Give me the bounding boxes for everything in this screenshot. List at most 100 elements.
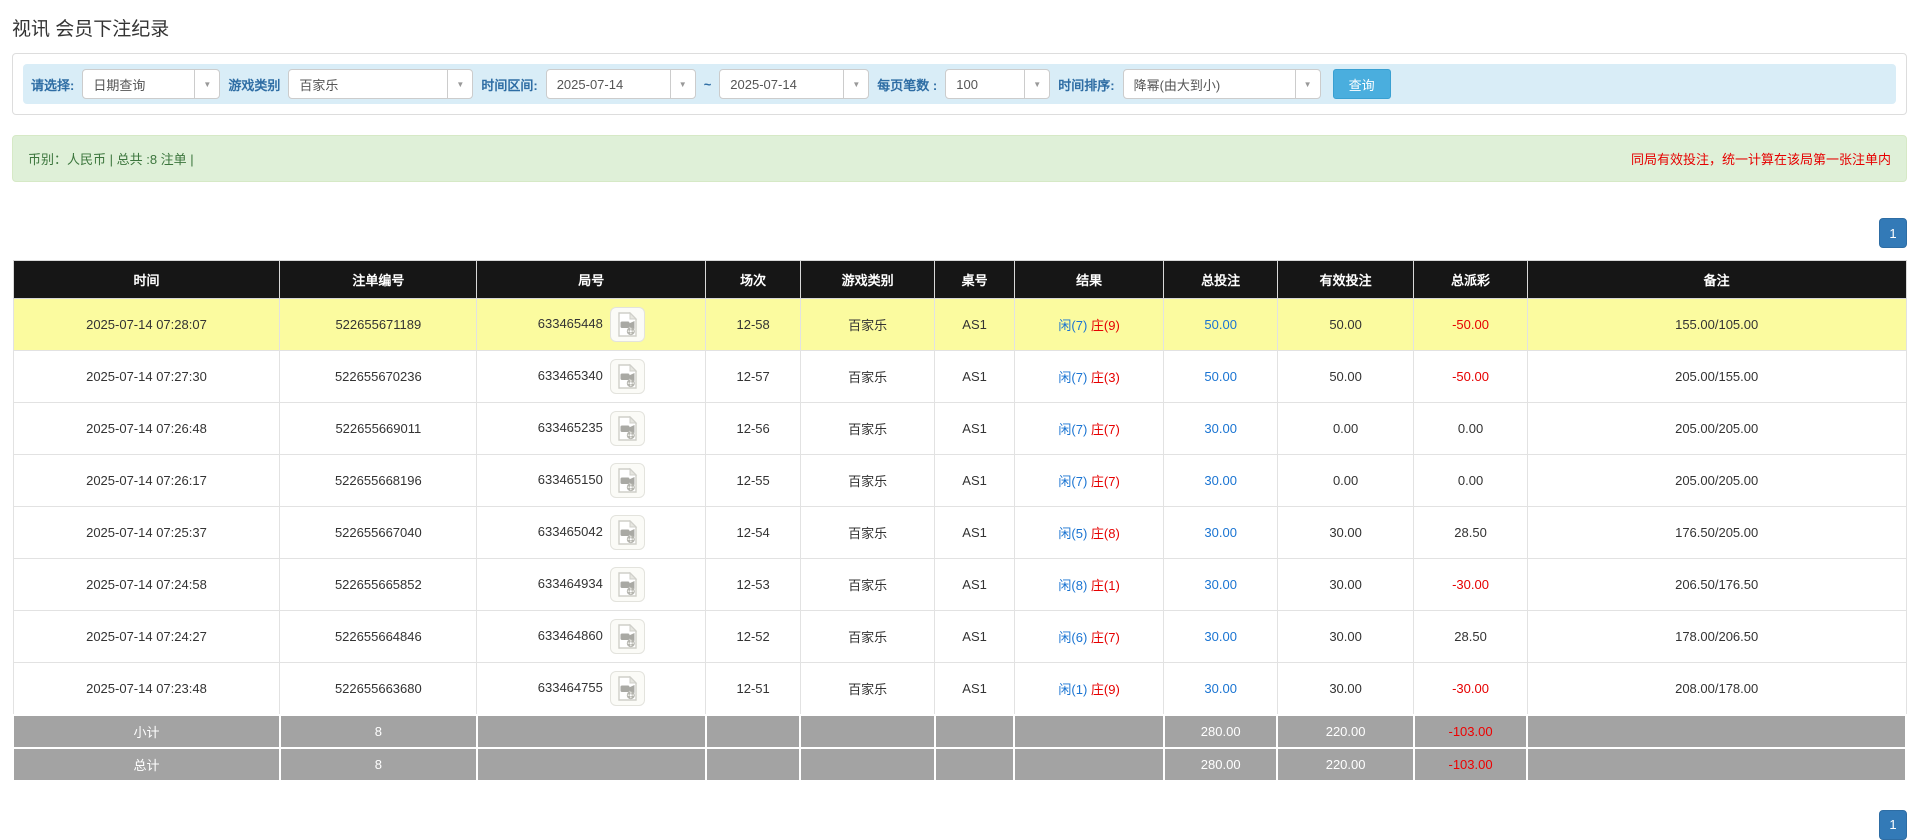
round-cell: 633465235: [477, 403, 706, 455]
video-replay-button[interactable]: [610, 463, 645, 498]
result-player: 闲(7): [1058, 474, 1087, 489]
result-player: 闲(6): [1058, 630, 1087, 645]
game-type-select[interactable]: 百家乐 ▼: [288, 69, 473, 99]
file-video-icon: [617, 624, 638, 649]
table-no-cell: AS1: [935, 559, 1015, 611]
payout-cell: -30.00: [1414, 559, 1528, 611]
total-bet-link[interactable]: 30.00: [1204, 473, 1237, 488]
table-header-row: 时间注单编号局号场次游戏类别桌号结果总投注有效投注总派彩备注: [13, 261, 1906, 299]
page-1-button[interactable]: 1: [1879, 218, 1907, 248]
summary-row: 总计8280.00220.00-103.00: [13, 748, 1906, 781]
valid-bet-cell: 30.00: [1277, 611, 1413, 663]
round-cell: 633465448: [477, 299, 706, 351]
session-cell: 12-56: [706, 403, 801, 455]
game-type-cell: 百家乐: [800, 351, 934, 403]
result-cell: 闲(6) 庄(7): [1014, 611, 1164, 663]
total-bet-link[interactable]: 30.00: [1204, 577, 1237, 592]
query-type-select[interactable]: 日期查询 ▼: [82, 69, 220, 99]
chevron-down-icon: ▼: [1024, 70, 1049, 98]
session-cell: 12-57: [706, 351, 801, 403]
page-size-label: 每页笔数 :: [877, 75, 937, 94]
total-bet-cell: 30.00: [1164, 507, 1278, 559]
video-replay-button[interactable]: [610, 411, 645, 446]
total-bet-link[interactable]: 30.00: [1204, 629, 1237, 644]
round-cell: 633465150: [477, 455, 706, 507]
pagination-top: 1: [12, 218, 1907, 248]
summary-count-cell: 8: [280, 715, 477, 748]
video-replay-button[interactable]: [610, 515, 645, 550]
round-cell: 633465340: [477, 351, 706, 403]
total-bet-link[interactable]: 30.00: [1204, 525, 1237, 540]
summary-label-cell: 总计: [13, 748, 280, 781]
remark-cell: 208.00/178.00: [1527, 663, 1906, 715]
date-from-value: 2025-07-14: [547, 70, 670, 98]
page-size-select[interactable]: 100 ▼: [945, 69, 1050, 99]
round-cell: 633465042: [477, 507, 706, 559]
total-bet-cell: 30.00: [1164, 455, 1278, 507]
chevron-down-icon: ▼: [447, 70, 472, 98]
summary-empty-cell: [477, 748, 706, 781]
payout-cell: 28.50: [1414, 507, 1528, 559]
valid-bet-cell: 0.00: [1277, 403, 1413, 455]
column-header: 注单编号: [280, 261, 477, 299]
date-from-select[interactable]: 2025-07-14 ▼: [546, 69, 696, 99]
file-video-icon: [617, 520, 638, 545]
table-no-cell: AS1: [935, 351, 1015, 403]
chevron-down-icon: ▼: [1295, 70, 1320, 98]
total-bet-cell: 30.00: [1164, 403, 1278, 455]
time-cell: 2025-07-14 07:24:58: [13, 559, 280, 611]
summary-payout-cell: -103.00: [1414, 748, 1528, 781]
payout-cell: -50.00: [1414, 351, 1528, 403]
valid-bet-notice: 同局有效投注，统一计算在该局第一张注单内: [1631, 149, 1891, 168]
chevron-down-icon: ▼: [843, 70, 868, 98]
table-row: 2025-07-14 07:24:27522655664846633464860…: [13, 611, 1906, 663]
summary-label-cell: 小计: [13, 715, 280, 748]
summary-bar: 币别：人民币 | 总共 :8 注单 | 同局有效投注，统一计算在该局第一张注单内: [12, 135, 1907, 182]
total-bet-link[interactable]: 50.00: [1204, 317, 1237, 332]
result-player: 闲(7): [1058, 370, 1087, 385]
summary-total-bet-cell: 280.00: [1164, 715, 1278, 748]
total-bet-cell: 30.00: [1164, 611, 1278, 663]
result-banker: 庄(7): [1091, 630, 1120, 645]
result-cell: 闲(7) 庄(7): [1014, 403, 1164, 455]
sort-order-select[interactable]: 降幂(由大到小) ▼: [1123, 69, 1321, 99]
table-row: 2025-07-14 07:26:48522655669011633465235…: [13, 403, 1906, 455]
summary-total-bet-cell: 280.00: [1164, 748, 1278, 781]
round-id: 633465448: [538, 316, 603, 331]
valid-bet-cell: 50.00: [1277, 299, 1413, 351]
summary-empty-cell: [1014, 748, 1164, 781]
video-replay-button[interactable]: [610, 307, 645, 342]
search-button[interactable]: 查询: [1333, 69, 1391, 99]
game-type-cell: 百家乐: [800, 559, 934, 611]
remark-cell: 206.50/176.50: [1527, 559, 1906, 611]
game-type-cell: 百家乐: [800, 611, 934, 663]
query-type-value: 日期查询: [83, 70, 194, 98]
video-replay-button[interactable]: [610, 567, 645, 602]
game-type-cell: 百家乐: [800, 403, 934, 455]
table-no-cell: AS1: [935, 611, 1015, 663]
total-bet-link[interactable]: 30.00: [1204, 681, 1237, 696]
bet-id-cell: 522655663680: [280, 663, 477, 715]
table-no-cell: AS1: [935, 403, 1015, 455]
round-id: 633464934: [538, 576, 603, 591]
table-row: 2025-07-14 07:27:30522655670236633465340…: [13, 351, 1906, 403]
video-replay-button[interactable]: [610, 671, 645, 706]
result-player: 闲(8): [1058, 578, 1087, 593]
total-bet-link[interactable]: 50.00: [1204, 369, 1237, 384]
total-bet-link[interactable]: 30.00: [1204, 421, 1237, 436]
date-to-select[interactable]: 2025-07-14 ▼: [719, 69, 869, 99]
summary-empty-cell: [1014, 715, 1164, 748]
video-replay-button[interactable]: [610, 359, 645, 394]
remark-cell: 178.00/206.50: [1527, 611, 1906, 663]
file-video-icon: [617, 312, 638, 337]
payout-cell: 0.00: [1414, 403, 1528, 455]
table-body: 2025-07-14 07:28:07522655671189633465448…: [13, 299, 1906, 781]
game-type-label: 游戏类别: [228, 75, 280, 94]
session-cell: 12-55: [706, 455, 801, 507]
page-container: 视讯 会员下注纪录 请选择: 日期查询 ▼ 游戏类别 百家乐 ▼ 时间区间: 2…: [0, 14, 1919, 840]
video-replay-button[interactable]: [610, 619, 645, 654]
table-no-cell: AS1: [935, 507, 1015, 559]
bet-id-cell: 522655670236: [280, 351, 477, 403]
time-cell: 2025-07-14 07:23:48: [13, 663, 280, 715]
bet-id-cell: 522655668196: [280, 455, 477, 507]
